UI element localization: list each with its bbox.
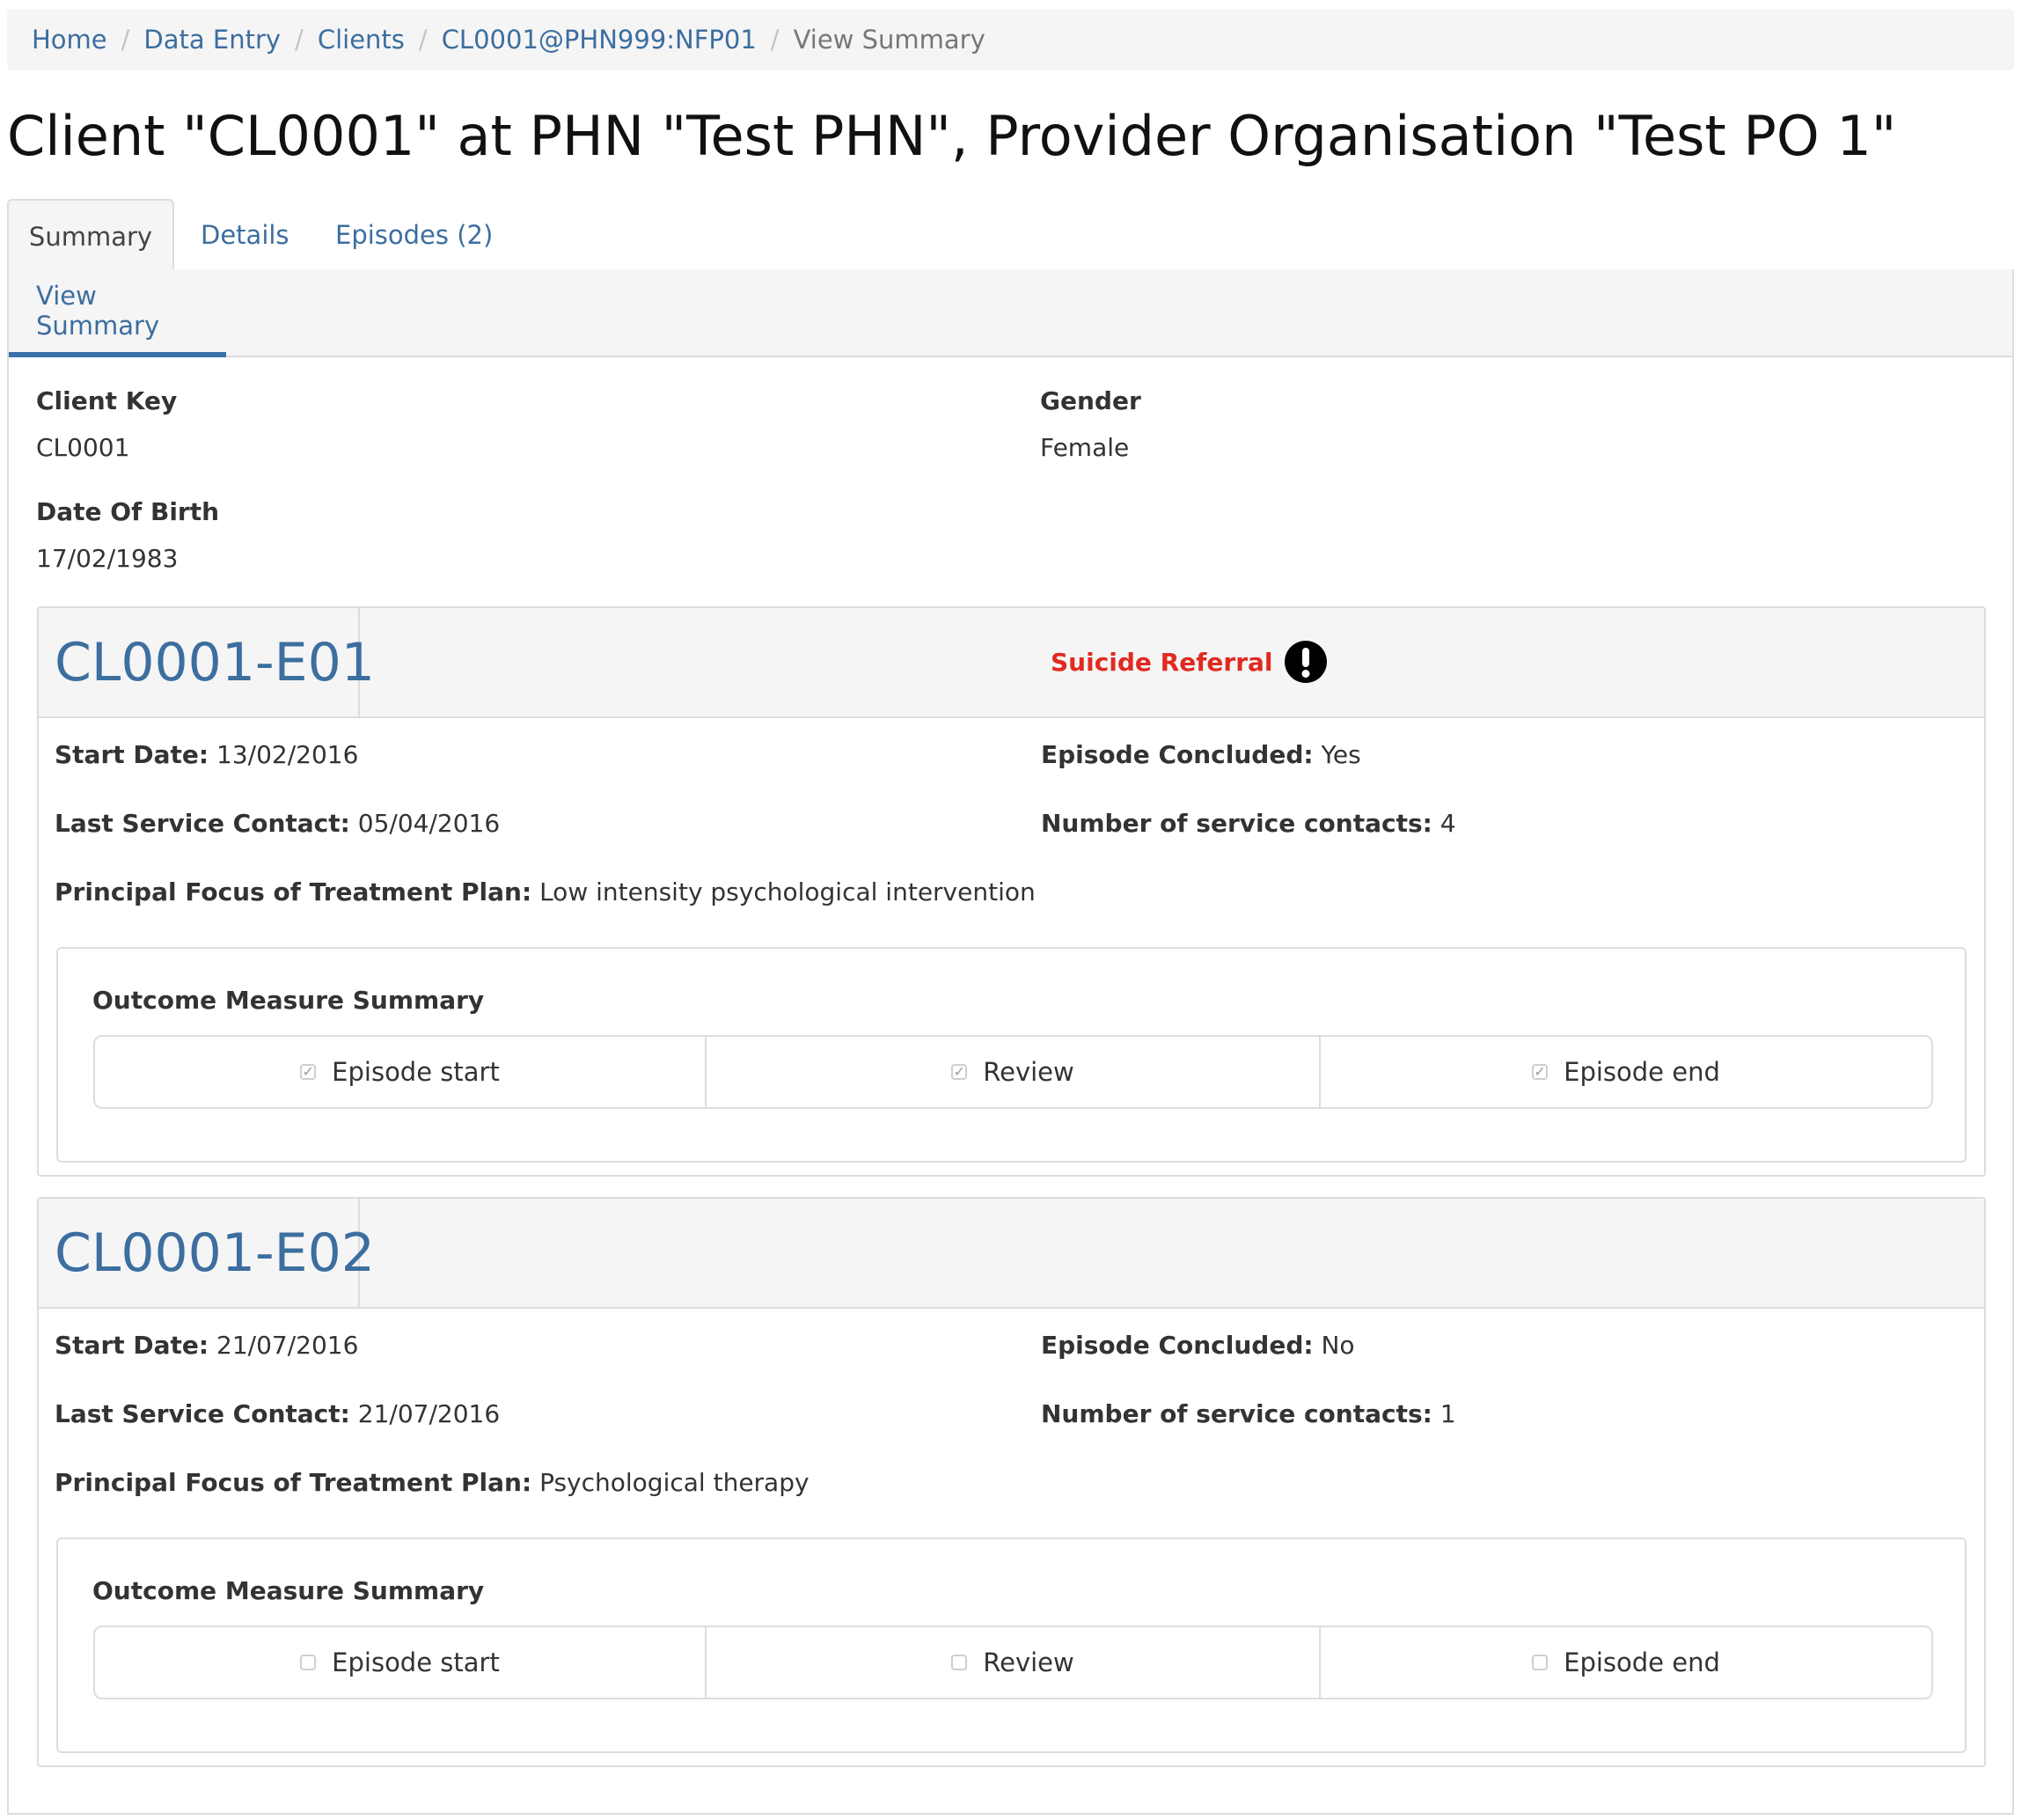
episode-concluded-value: Yes — [1321, 740, 1361, 769]
summary-panel: View Summary Client Key CL0001 Gender Fe… — [7, 269, 2014, 1815]
client-key-label: Client Key — [36, 386, 178, 415]
dob-value: 17/02/1983 — [36, 544, 179, 573]
episode-header: CL0001-E01 Suicide Referral — [39, 608, 1984, 718]
number-of-contacts-value: 4 — [1440, 809, 1456, 838]
number-of-contacts-label: Number of service contacts: — [1041, 809, 1432, 838]
number-of-contacts-row: Number of service contacts: 4 — [1041, 809, 1456, 838]
outcome-episode-end: Episode end — [1319, 1037, 1931, 1107]
start-date-value: 13/02/2016 — [216, 740, 359, 769]
dob-label: Date Of Birth — [36, 497, 220, 526]
subnav-view-summary[interactable]: View Summary — [9, 269, 226, 357]
alert-text: Suicide Referral — [1051, 647, 1273, 677]
checkbox-unchecked-icon — [951, 1655, 968, 1670]
outcome-review-label: Review — [983, 1648, 1074, 1677]
client-key-value: CL0001 — [36, 433, 130, 462]
outcome-episode-end-label: Episode end — [1564, 1648, 1720, 1677]
last-service-contact-label: Last Service Contact: — [55, 809, 350, 838]
start-date-row: Start Date: 13/02/2016 — [55, 740, 358, 769]
outcome-title: Outcome Measure Summary — [92, 1576, 485, 1605]
subnav: View Summary — [9, 269, 2012, 357]
outcome-episode-end-label: Episode end — [1564, 1057, 1720, 1087]
principal-focus-value: Psychological therapy — [539, 1468, 810, 1497]
number-of-contacts-value: 1 — [1440, 1399, 1456, 1428]
episode-id-link[interactable]: CL0001-E02 — [39, 1199, 375, 1307]
breadcrumb-home-link[interactable]: Home — [32, 25, 107, 55]
outcome-episode-start-label: Episode start — [332, 1648, 500, 1677]
episode-concluded-label: Episode Concluded: — [1041, 740, 1314, 769]
outcome-review-label: Review — [983, 1057, 1074, 1087]
checkbox-unchecked-icon — [300, 1655, 317, 1670]
outcome-review: Review — [705, 1037, 1319, 1107]
start-date-value: 21/07/2016 — [216, 1331, 359, 1360]
breadcrumb-separator: / — [295, 25, 304, 55]
page: Home / Data Entry / Clients / CL0001@PHN… — [0, 0, 2022, 1820]
last-service-contact-row: Last Service Contact: 21/07/2016 — [55, 1399, 500, 1428]
gender-field: Gender Female — [1040, 386, 1141, 462]
tab-details[interactable]: Details — [201, 199, 289, 271]
client-key-field: Client Key CL0001 — [36, 386, 177, 462]
start-date-row: Start Date: 21/07/2016 — [55, 1331, 358, 1360]
exclamation-circle-icon — [1284, 641, 1327, 683]
checkbox-checked-icon — [951, 1064, 968, 1080]
last-service-contact-value: 05/04/2016 — [357, 809, 501, 838]
episode-header: CL0001-E02 — [39, 1199, 1984, 1309]
episode-card: CL0001-E02 Start Date: 21/07/2016 Episod… — [37, 1197, 1986, 1767]
principal-focus-value: Low intensity psychological intervention — [539, 877, 1036, 906]
breadcrumb-clients-link[interactable]: Clients — [318, 25, 405, 55]
tab-episodes[interactable]: Episodes (2) — [335, 199, 493, 271]
tab-bar: Summary Details Episodes (2) — [7, 199, 2014, 273]
principal-focus-label: Principal Focus of Treatment Plan: — [55, 1468, 532, 1497]
suicide-referral-alert: Suicide Referral — [1051, 640, 1328, 684]
gender-label: Gender — [1040, 386, 1141, 415]
outcome-episode-start-label: Episode start — [332, 1057, 500, 1087]
outcome-review: Review — [705, 1627, 1319, 1698]
tab-summary[interactable]: Summary — [7, 199, 174, 273]
outcome-title: Outcome Measure Summary — [92, 986, 485, 1015]
principal-focus-row: Principal Focus of Treatment Plan: Psych… — [55, 1468, 810, 1497]
episode-id-link[interactable]: CL0001-E01 — [39, 608, 375, 716]
outcome-checklist: Episode start Review Episode end — [93, 1035, 1933, 1109]
episode-concluded-row: Episode Concluded: Yes — [1041, 740, 1361, 769]
last-service-contact-row: Last Service Contact: 05/04/2016 — [55, 809, 500, 838]
dob-field: Date Of Birth 17/02/1983 — [36, 497, 219, 573]
breadcrumb-separator: / — [770, 25, 780, 55]
outcome-checklist: Episode start Review Episode end — [93, 1626, 1933, 1699]
breadcrumb-separator: / — [121, 25, 130, 55]
start-date-label: Start Date: — [55, 740, 209, 769]
start-date-label: Start Date: — [55, 1331, 209, 1360]
outcome-episode-end: Episode end — [1319, 1627, 1931, 1698]
checkbox-checked-icon — [300, 1064, 317, 1080]
outcome-episode-start: Episode start — [95, 1627, 705, 1698]
episode-card: CL0001-E01 Suicide Referral Start Date: … — [37, 606, 1986, 1177]
outcome-measure-summary: Outcome Measure Summary Episode start Re… — [56, 1537, 1967, 1753]
number-of-contacts-row: Number of service contacts: 1 — [1041, 1399, 1456, 1428]
last-service-contact-label: Last Service Contact: — [55, 1399, 350, 1428]
principal-focus-row: Principal Focus of Treatment Plan: Low i… — [55, 877, 1036, 906]
breadcrumb-current: View Summary — [793, 25, 985, 55]
checkbox-checked-icon — [1532, 1064, 1549, 1080]
outcome-episode-start: Episode start — [95, 1037, 705, 1107]
episode-concluded-label: Episode Concluded: — [1041, 1331, 1314, 1360]
page-title: Client "CL0001" at PHN "Test PHN", Provi… — [7, 104, 1897, 168]
breadcrumb: Home / Data Entry / Clients / CL0001@PHN… — [7, 9, 2014, 70]
outcome-measure-summary: Outcome Measure Summary Episode start Re… — [56, 947, 1967, 1163]
breadcrumb-separator: / — [418, 25, 428, 55]
breadcrumb-data-entry-link[interactable]: Data Entry — [143, 25, 281, 55]
breadcrumb-client-link[interactable]: CL0001@PHN999:NFP01 — [442, 25, 757, 55]
gender-value: Female — [1040, 433, 1130, 462]
episode-concluded-value: No — [1321, 1331, 1355, 1360]
last-service-contact-value: 21/07/2016 — [357, 1399, 501, 1428]
episode-concluded-row: Episode Concluded: No — [1041, 1331, 1355, 1360]
checkbox-unchecked-icon — [1532, 1655, 1549, 1670]
principal-focus-label: Principal Focus of Treatment Plan: — [55, 877, 532, 906]
number-of-contacts-label: Number of service contacts: — [1041, 1399, 1432, 1428]
